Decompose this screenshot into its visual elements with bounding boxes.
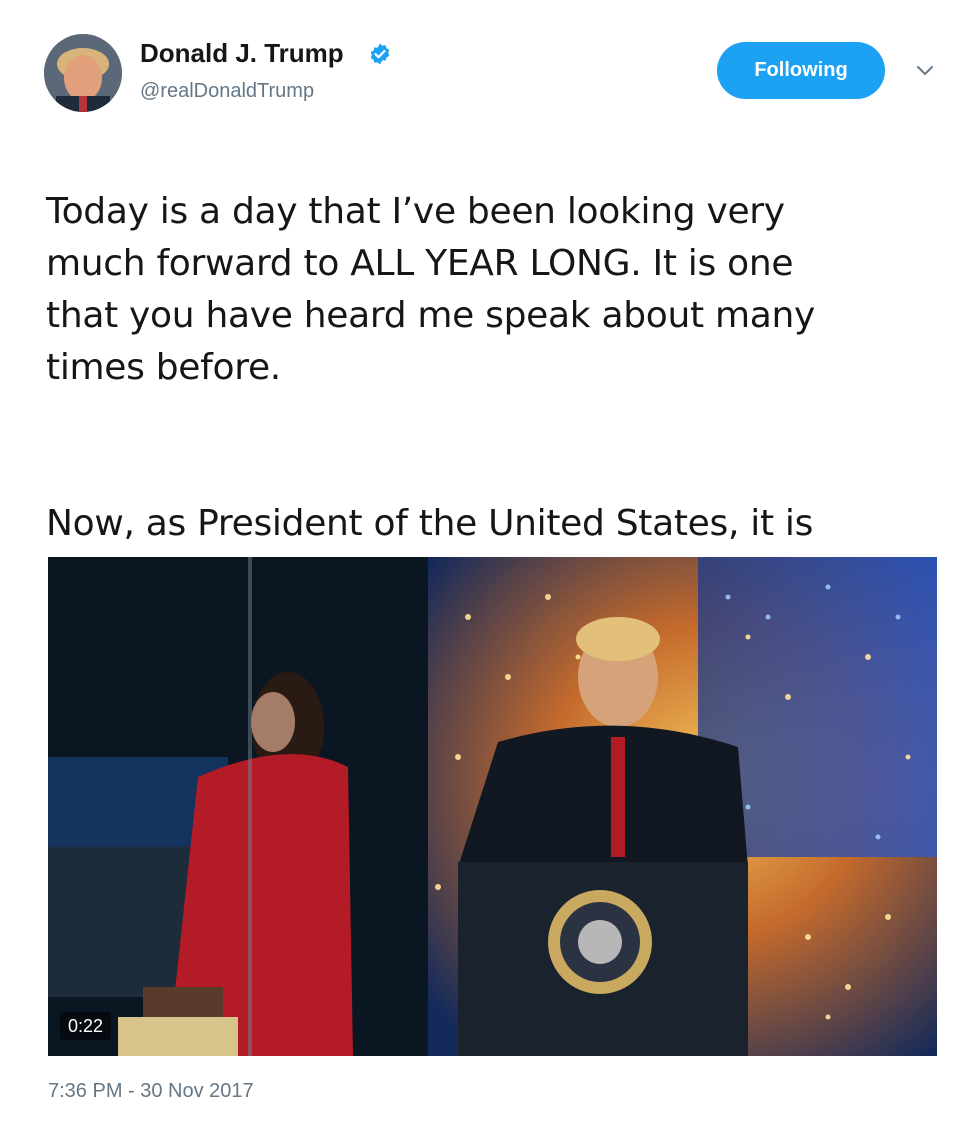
avatar[interactable] xyxy=(44,34,122,112)
display-name[interactable]: Donald J. Trump xyxy=(140,38,344,69)
video-frame xyxy=(48,557,937,1056)
user-handle[interactable]: @realDonaldTrump xyxy=(140,80,314,103)
chevron-down-icon[interactable] xyxy=(914,62,936,78)
following-button[interactable]: Following xyxy=(717,42,885,99)
avatar-image xyxy=(44,34,122,112)
video-duration-badge: 0:22 xyxy=(60,1012,112,1040)
verified-badge-icon xyxy=(370,43,390,65)
tweet-card: Donald J. Trump @realDonaldTrump Followi… xyxy=(0,0,962,1123)
tweet-timestamp[interactable]: 7:36 PM - 30 Nov 2017 xyxy=(48,1080,254,1103)
video-player[interactable] xyxy=(48,557,937,1056)
tweet-paragraph-1: Today is a day that I’ve been looking ve… xyxy=(46,191,816,388)
